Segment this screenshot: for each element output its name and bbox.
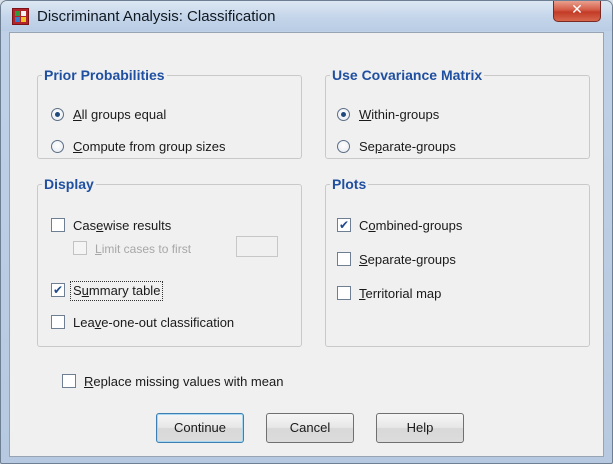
- checkbox[interactable]: [337, 252, 351, 266]
- checkbox[interactable]: [337, 286, 351, 300]
- limit-cases-input[interactable]: [236, 236, 278, 257]
- checkbox[interactable]: [51, 315, 65, 329]
- close-icon: ✕: [571, 2, 583, 18]
- checkbox[interactable]: ✔: [51, 283, 65, 297]
- plots-title: Plots: [330, 175, 369, 193]
- help-button[interactable]: Help: [376, 413, 464, 443]
- dialog-body: Prior Probabilities All groups equal Com…: [9, 32, 604, 457]
- window-title: Discriminant Analysis: Classification: [37, 8, 276, 25]
- radio-button[interactable]: [337, 140, 350, 153]
- radio-button[interactable]: [337, 108, 350, 121]
- title-bar[interactable]: Discriminant Analysis: Classification ✕: [1, 1, 612, 31]
- cancel-button[interactable]: Cancel: [266, 413, 354, 443]
- checkbox[interactable]: [73, 241, 87, 255]
- display-title: Display: [42, 175, 96, 193]
- radio-button[interactable]: [51, 108, 64, 121]
- continue-button[interactable]: Continue: [156, 413, 244, 443]
- prior-probabilities-title: Prior Probabilities: [42, 66, 167, 84]
- covariance-matrix-title: Use Covariance Matrix: [330, 66, 485, 84]
- checkbox[interactable]: [51, 218, 65, 232]
- radio-button[interactable]: [51, 140, 64, 153]
- dialog-window: Discriminant Analysis: Classification ✕ …: [0, 0, 613, 464]
- checkbox[interactable]: [62, 374, 76, 388]
- close-button[interactable]: ✕: [553, 1, 601, 22]
- spss-app-icon: [12, 8, 29, 25]
- checkbox[interactable]: ✔: [337, 218, 351, 232]
